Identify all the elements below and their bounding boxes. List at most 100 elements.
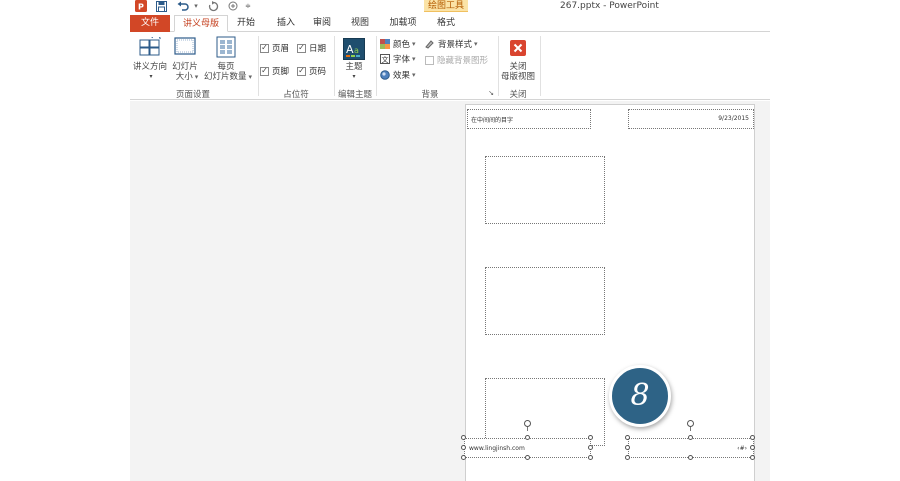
fonts-label: 字体 — [393, 55, 411, 65]
date-checkbox[interactable]: ✓ 日期 — [297, 42, 326, 54]
page-number-resize-handle[interactable] — [625, 435, 630, 440]
colors-button[interactable]: 颜色 ▾ — [380, 38, 416, 50]
fonts-dropdown-icon: ▾ — [412, 55, 416, 63]
page-number-checkbox-label: 页码 — [309, 67, 327, 77]
header-checkbox[interactable]: ✓ 页眉 — [260, 42, 289, 54]
footer-resize-handle[interactable] — [525, 435, 530, 440]
fonts-button[interactable]: 文 字体 ▾ — [380, 53, 416, 65]
close-master-view-button[interactable]: 母版视图 — [496, 72, 540, 82]
effects-icon — [380, 70, 390, 80]
footer-rotate-handle[interactable] — [524, 420, 531, 427]
svg-text:P: P — [138, 3, 144, 12]
tab-format[interactable]: 格式 — [428, 15, 464, 32]
background-group-label: 背景 — [421, 90, 439, 100]
ribbon: 讲义方向 ▾ 幻灯片 大小 ▾ 每页 幻灯片数量 ▾ 页面设置 ✓ 页眉 ✓ 日期 ✓ 页… — [130, 32, 770, 100]
page-number-resize-handle[interactable] — [750, 455, 755, 460]
slide-placeholder-1[interactable] — [485, 156, 605, 224]
page-number-resize-handle[interactable] — [625, 445, 630, 450]
tab-file[interactable]: 文件 — [130, 15, 170, 32]
customize-icon[interactable] — [226, 0, 240, 12]
tab-home[interactable]: 开始 — [230, 15, 262, 32]
orientation-dropdown-icon[interactable]: ▾ — [146, 72, 156, 82]
slide-placeholder-3[interactable] — [485, 378, 605, 446]
hide-background-graphics-checkbox[interactable]: 隐藏背景图形 — [425, 54, 488, 66]
slide-size-button[interactable]: 大小 ▾ — [170, 72, 204, 82]
date-placeholder[interactable]: 9/23/2015 — [628, 109, 754, 129]
tab-insert[interactable]: 插入 — [270, 15, 302, 32]
themes-button[interactable]: 主题 — [340, 62, 368, 72]
undo-dropdown-icon[interactable]: ▾ — [192, 0, 200, 12]
window-title: 267.pptx - PowerPoint — [560, 1, 659, 11]
handout-orientation-icon[interactable] — [138, 35, 162, 57]
slide-size-label-1[interactable]: 幻灯片 — [170, 62, 200, 72]
page-number-resize-handle[interactable] — [750, 445, 755, 450]
header-checkbox-label: 页眉 — [272, 44, 290, 54]
header-text: 在中间间的目字 — [471, 117, 514, 124]
header-placeholder[interactable]: 在中间间的目字 — [467, 109, 591, 129]
page-number-text: ‹#› — [737, 445, 747, 452]
placeholders-group-label: 占位符 — [283, 90, 309, 100]
close-master-view-label-1[interactable]: 关闭 — [500, 62, 536, 72]
page-number-resize-handle[interactable] — [625, 455, 630, 460]
slide-placeholder-2[interactable] — [485, 267, 605, 335]
footer-resize-handle[interactable] — [461, 435, 466, 440]
close-group-label: 关闭 — [509, 90, 527, 100]
footer-resize-handle[interactable] — [588, 435, 593, 440]
slides-per-page-icon[interactable] — [216, 36, 236, 58]
powerpoint-icon[interactable]: P — [134, 0, 148, 12]
svg-text:A: A — [346, 43, 354, 56]
ribbon-tabs: 文件 讲义母版 开始 插入 审阅 视图 加载项 格式 — [130, 14, 770, 32]
background-dialog-launcher-icon[interactable]: ↘ — [487, 89, 495, 97]
checkmark-icon: ✓ — [260, 43, 269, 53]
page-number-resize-handle[interactable] — [688, 435, 693, 440]
group-divider — [258, 36, 259, 96]
slides-per-page-button[interactable]: 幻灯片数量 ▾ — [200, 72, 256, 82]
tab-addins[interactable]: 加载项 — [382, 15, 424, 32]
checkmark-icon: ✓ — [297, 43, 306, 53]
redo-icon[interactable] — [206, 0, 220, 12]
footer-resize-handle[interactable] — [588, 455, 593, 460]
close-master-view-icon[interactable] — [510, 40, 526, 56]
hide-background-graphics-label: 隐藏背景图形 — [437, 56, 489, 66]
footer-resize-handle[interactable] — [588, 445, 593, 450]
page-number-rotate-handle[interactable] — [687, 420, 694, 427]
colors-icon — [380, 39, 390, 49]
footer-resize-handle[interactable] — [461, 445, 466, 450]
tab-handout-master[interactable]: 讲义母版 — [174, 15, 228, 32]
group-divider — [498, 36, 499, 96]
footer-resize-handle[interactable] — [461, 455, 466, 460]
page-number-checkbox[interactable]: ✓ 页码 — [297, 65, 326, 77]
slides-per-page-label-1[interactable]: 每页 — [210, 62, 242, 72]
fonts-icon: 文 — [380, 54, 390, 64]
effects-label: 效果 — [393, 71, 411, 81]
qat-more-icon[interactable]: ≑ — [244, 0, 252, 12]
background-styles-button[interactable]: 背景样式 ▾ — [425, 38, 478, 50]
page-number-resize-handle[interactable] — [688, 455, 693, 460]
svg-text:a: a — [354, 46, 359, 55]
edit-theme-group-label: 编辑主题 — [337, 90, 372, 100]
date-checkbox-label: 日期 — [309, 44, 327, 54]
undo-icon[interactable] — [176, 0, 190, 12]
effects-button[interactable]: 效果 ▾ — [380, 69, 416, 81]
handout-master-page[interactable]: 在中间间的目字 9/23/2015 www.lingjinsh.com ‹#› — [461, 104, 755, 481]
save-icon[interactable] — [154, 0, 168, 12]
tab-review[interactable]: 审阅 — [306, 15, 338, 32]
group-divider — [376, 36, 377, 96]
footer-text: www.lingjinsh.com — [469, 445, 525, 452]
slides-per-page-dropdown-icon: ▾ — [248, 73, 253, 81]
checkmark-icon: ✓ — [260, 66, 269, 76]
themes-icon[interactable]: Aa — [343, 38, 365, 60]
colors-dropdown-icon: ▾ — [412, 40, 416, 48]
footer-checkbox[interactable]: ✓ 页脚 — [260, 65, 289, 77]
themes-dropdown-icon[interactable]: ▾ — [349, 72, 359, 82]
tab-view[interactable]: 视图 — [344, 15, 376, 32]
slides-per-page-label-2: 幻灯片数量 — [203, 72, 247, 82]
page-number-resize-handle[interactable] — [750, 435, 755, 440]
date-text: 9/23/2015 — [718, 115, 749, 122]
handout-orientation-button[interactable]: 讲义方向 — [132, 62, 168, 72]
slide-size-icon[interactable] — [174, 36, 196, 56]
page-setup-group-label: 页面设置 — [175, 90, 210, 100]
background-styles-label: 背景样式 — [438, 40, 473, 50]
footer-resize-handle[interactable] — [525, 455, 530, 460]
background-styles-icon — [425, 40, 434, 49]
